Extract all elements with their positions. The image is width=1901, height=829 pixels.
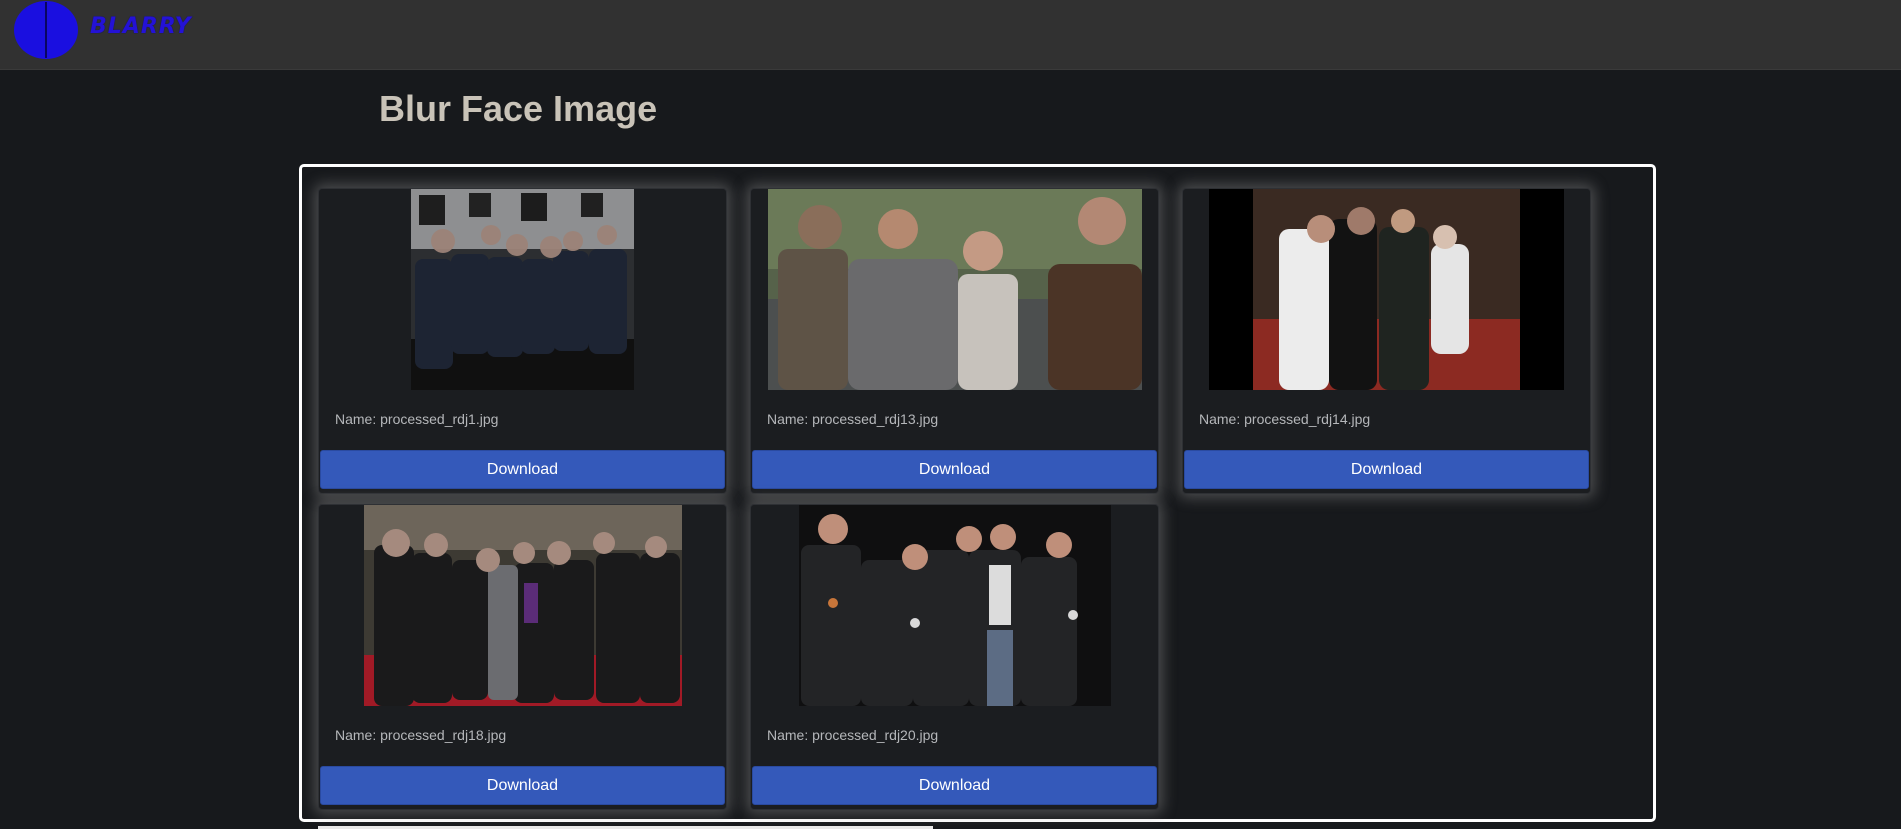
image-thumbnail	[319, 505, 726, 706]
image-card: Name: processed_rdj20.jpg Download	[750, 504, 1159, 810]
image-thumbnail	[1183, 189, 1590, 390]
brand-name[interactable]: BLARRY	[90, 14, 192, 39]
image-card: Name: processed_rdj18.jpg Download	[318, 504, 727, 810]
file-name: Name: processed_rdj18.jpg	[335, 727, 507, 743]
file-name: Name: processed_rdj1.jpg	[335, 411, 499, 427]
download-button[interactable]: Download	[320, 766, 725, 805]
download-button[interactable]: Download	[1184, 450, 1589, 489]
top-navbar: BLARRY	[0, 0, 1901, 70]
page-title: Blur Face Image	[379, 88, 658, 129]
download-button[interactable]: Download	[320, 450, 725, 489]
image-card: Name: processed_rdj14.jpg Download	[1182, 188, 1591, 494]
download-button[interactable]: Download	[752, 450, 1157, 489]
image-card: Name: processed_rdj13.jpg Download	[750, 188, 1159, 494]
blue-circle-logo-icon[interactable]	[13, 0, 79, 60]
file-name: Name: processed_rdj13.jpg	[767, 411, 939, 427]
image-thumbnail	[751, 505, 1158, 706]
file-name: Name: processed_rdj14.jpg	[1199, 411, 1371, 427]
image-gallery: Name: processed_rdj1.jpg Download Name: …	[299, 164, 1656, 822]
image-card: Name: processed_rdj1.jpg Download	[318, 188, 727, 494]
image-thumbnail	[319, 189, 726, 390]
download-button[interactable]: Download	[752, 766, 1157, 805]
image-thumbnail	[751, 189, 1158, 390]
file-name: Name: processed_rdj20.jpg	[767, 727, 939, 743]
